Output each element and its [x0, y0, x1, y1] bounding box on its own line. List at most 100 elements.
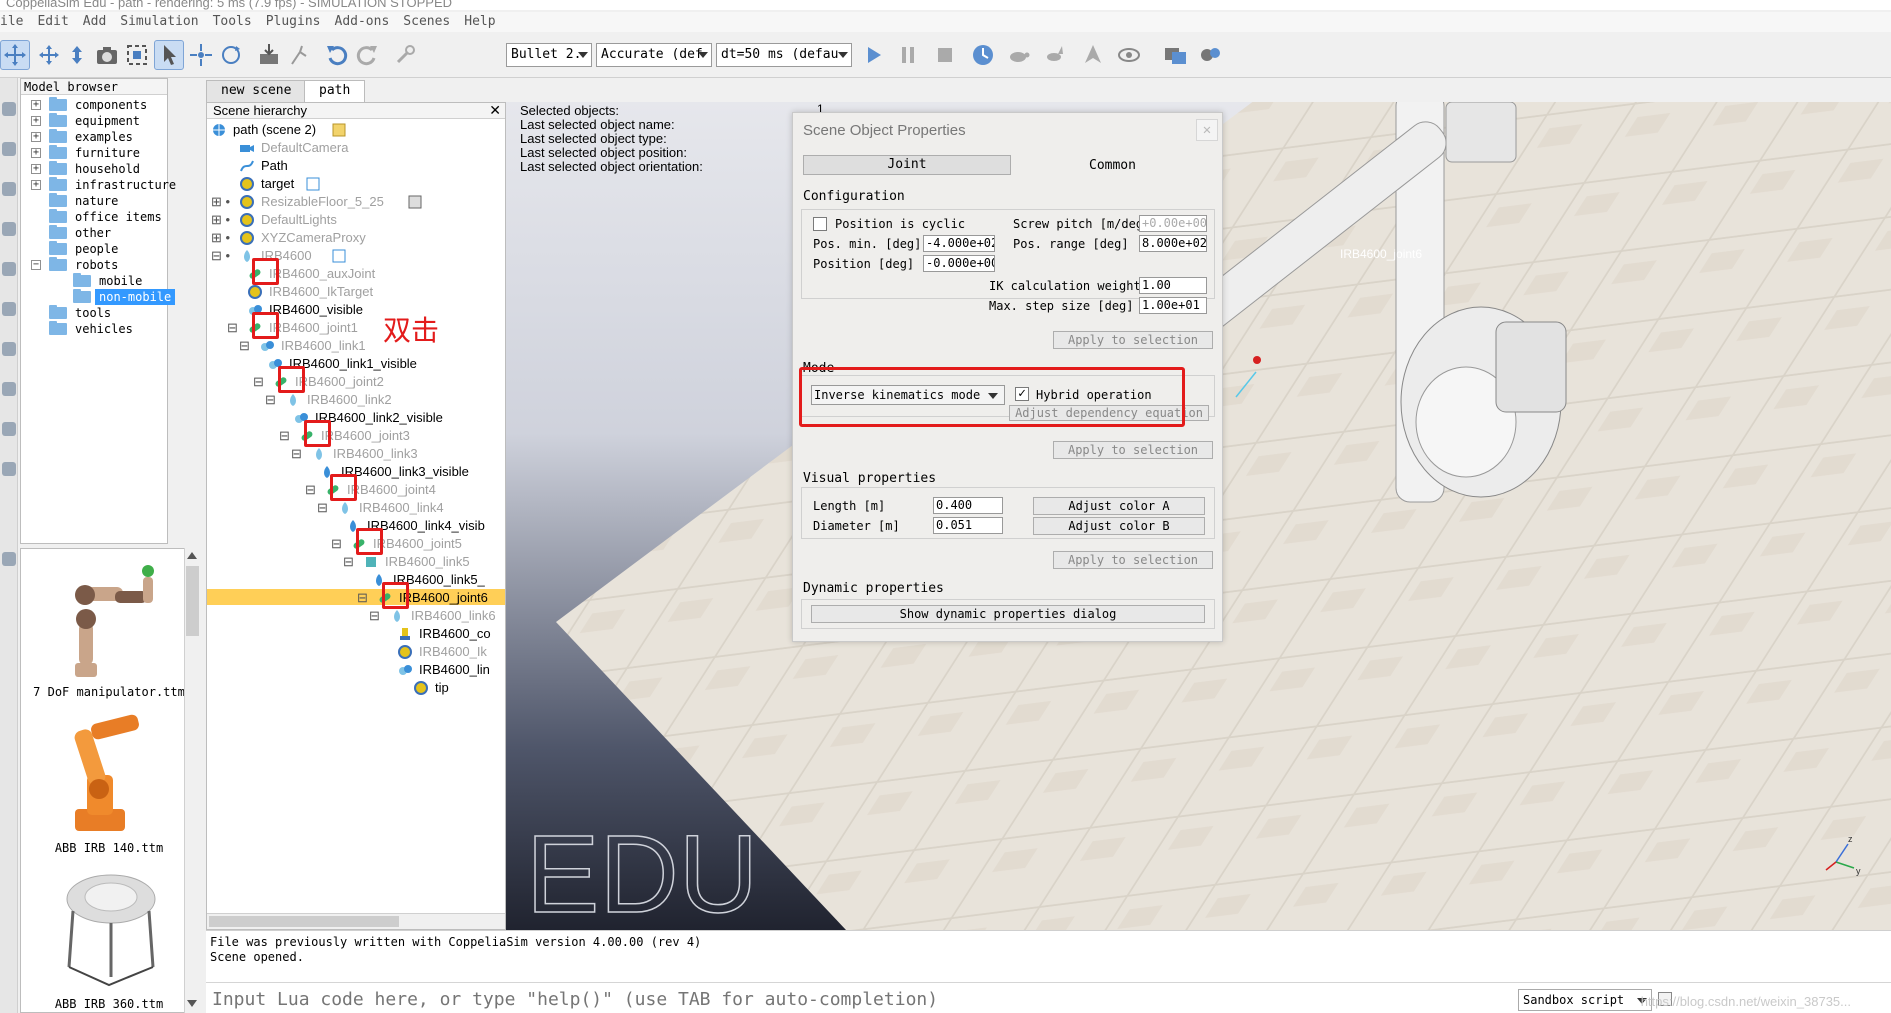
settings-icon[interactable] [2, 552, 16, 566]
model-thumbnail-abb-irb140[interactable] [39, 709, 179, 839]
tab-new-scene[interactable]: new scene [206, 80, 307, 102]
scroll-thumb[interactable] [186, 566, 199, 636]
menu-tools[interactable]: Tools [213, 12, 252, 32]
screw-pitch-field[interactable]: +0.00e+00 [1139, 215, 1207, 232]
console-line: Scene opened. [210, 950, 304, 964]
tools-icon[interactable] [2, 182, 16, 196]
position-cyclic-checkbox[interactable] [813, 217, 827, 231]
apply-mode-button[interactable]: Apply to selection [1053, 441, 1213, 459]
folder-icon [49, 241, 67, 255]
section-configuration: Configuration [803, 189, 905, 204]
annotation-box [252, 258, 279, 285]
dummy-icon [414, 681, 428, 695]
tab-joint[interactable]: Joint [803, 155, 1011, 175]
menu-simulation[interactable]: Simulation [120, 12, 198, 32]
title-bar: CoppeliaSim Edu - path - rendering: 5 ms… [0, 0, 1891, 10]
joint-icon[interactable] [2, 342, 16, 356]
robot-arm-image [75, 565, 154, 677]
tab-common[interactable]: Common [1089, 158, 1136, 173]
menu-addons[interactable]: Add-ons [335, 12, 390, 32]
video-icon[interactable] [2, 462, 16, 476]
ik-weight-field[interactable]: 1.00 [1139, 277, 1207, 294]
sandbox-script-select[interactable]: Sandbox script [1518, 989, 1652, 1011]
stop-icon[interactable] [930, 40, 960, 70]
scroll-up-icon[interactable] [187, 552, 197, 559]
show-dynamic-properties-button[interactable]: Show dynamic properties dialog [811, 605, 1205, 623]
pos-range-label: Pos. range [deg] [1013, 237, 1129, 251]
path-icon[interactable] [2, 302, 16, 316]
model-thumbnail-7dof[interactable] [45, 553, 175, 683]
physics-engine-select[interactable]: Bullet 2. [506, 43, 592, 67]
pos-range-field[interactable]: 8.000e+02 [1139, 235, 1207, 252]
list-icon[interactable] [2, 382, 16, 396]
menu-scenes[interactable]: Scenes [403, 12, 450, 32]
pause-icon[interactable] [893, 40, 923, 70]
adjust-color-b-button[interactable]: Adjust color B [1033, 517, 1205, 535]
apply-visual-button[interactable]: Apply to selection [1053, 551, 1213, 569]
menu-bar: ile Edit Add Simulation Tools Plugins Ad… [0, 12, 1891, 32]
scroll-thumb[interactable] [209, 916, 399, 927]
object-shift-icon[interactable] [186, 40, 216, 70]
magnifier-icon[interactable] [2, 142, 16, 156]
pos-min-field[interactable]: -4.000e+02 [923, 235, 995, 252]
layers-icon[interactable] [2, 222, 16, 236]
object-rotate-icon[interactable] [216, 40, 246, 70]
lua-command-input[interactable] [210, 987, 1510, 1011]
transfer-dna-icon[interactable] [284, 40, 314, 70]
script-icon[interactable] [2, 262, 16, 276]
close-icon[interactable]: ✕ [489, 103, 501, 118]
play-icon[interactable] [858, 40, 888, 70]
gear-icon[interactable] [2, 102, 16, 116]
apply-configuration-button[interactable]: Apply to selection [1053, 331, 1213, 349]
stack-icon[interactable] [2, 422, 16, 436]
annotation-double-click: 双击 [383, 315, 440, 346]
tab-path[interactable]: path [304, 80, 366, 102]
menu-add[interactable]: Add [83, 12, 106, 32]
realtime-icon[interactable] [968, 40, 998, 70]
globe-icon [213, 124, 225, 136]
speed-up-icon[interactable] [1040, 40, 1070, 70]
section-dynamic: Dynamic properties [803, 581, 944, 596]
menu-help[interactable]: Help [464, 12, 495, 32]
position-field[interactable]: -0.000e+00 [923, 255, 995, 272]
menu-plugins[interactable]: Plugins [266, 12, 321, 32]
left-vertical-toolbar [0, 78, 18, 1013]
slow-down-icon[interactable] [1004, 40, 1034, 70]
visualization-eye-icon[interactable] [1114, 40, 1144, 70]
threaded-rendering-icon[interactable] [1078, 40, 1108, 70]
camera-shift-icon[interactable] [62, 40, 92, 70]
max-step-field[interactable]: 1.00e+01 [1139, 297, 1207, 314]
folder-icon [49, 97, 67, 111]
window-title: CoppeliaSim Edu - path - rendering: 5 ms… [6, 0, 453, 10]
click-select-icon[interactable] [154, 40, 184, 70]
menu-file[interactable]: ile [0, 12, 23, 32]
hierarchy-hscrollbar[interactable] [207, 913, 505, 929]
camera-icon[interactable] [92, 40, 122, 70]
watermark: https://blog.csdn.net/weixin_38735... [1640, 994, 1851, 1009]
diameter-field[interactable]: 0.051 [933, 517, 1003, 534]
undo-icon[interactable] [322, 40, 352, 70]
dynamics-wrench-icon[interactable] [390, 40, 420, 70]
folder-icon [49, 193, 67, 207]
assemble-icon[interactable] [254, 40, 284, 70]
fit-view-icon[interactable] [122, 40, 152, 70]
folder-icon [49, 321, 67, 335]
info-last-name: Last selected object name: [520, 117, 675, 132]
thumbnail-scrollbar[interactable] [184, 548, 200, 1013]
accuracy-select[interactable]: Accurate (def [596, 43, 712, 67]
close-icon[interactable]: ✕ [1196, 119, 1218, 141]
scroll-down-icon[interactable] [187, 1000, 197, 1007]
calculation-modules-icon[interactable] [1196, 40, 1226, 70]
camera-rotate-icon[interactable] [34, 40, 64, 70]
model-thumbnail-abb-irb360[interactable] [39, 867, 179, 995]
camera-pan-icon[interactable] [0, 40, 30, 70]
svg-text:z: z [1848, 834, 1853, 844]
section-visual: Visual properties [803, 471, 937, 486]
adjust-color-a-button[interactable]: Adjust color A [1033, 497, 1205, 515]
menu-edit[interactable]: Edit [37, 12, 68, 32]
dummy-icon [398, 645, 412, 659]
length-field[interactable]: 0.400 [933, 497, 1003, 514]
redo-icon[interactable] [352, 40, 382, 70]
scene-object-properties-icon[interactable] [1160, 40, 1190, 70]
timestep-select[interactable]: dt=50 ms (defau [716, 43, 852, 67]
